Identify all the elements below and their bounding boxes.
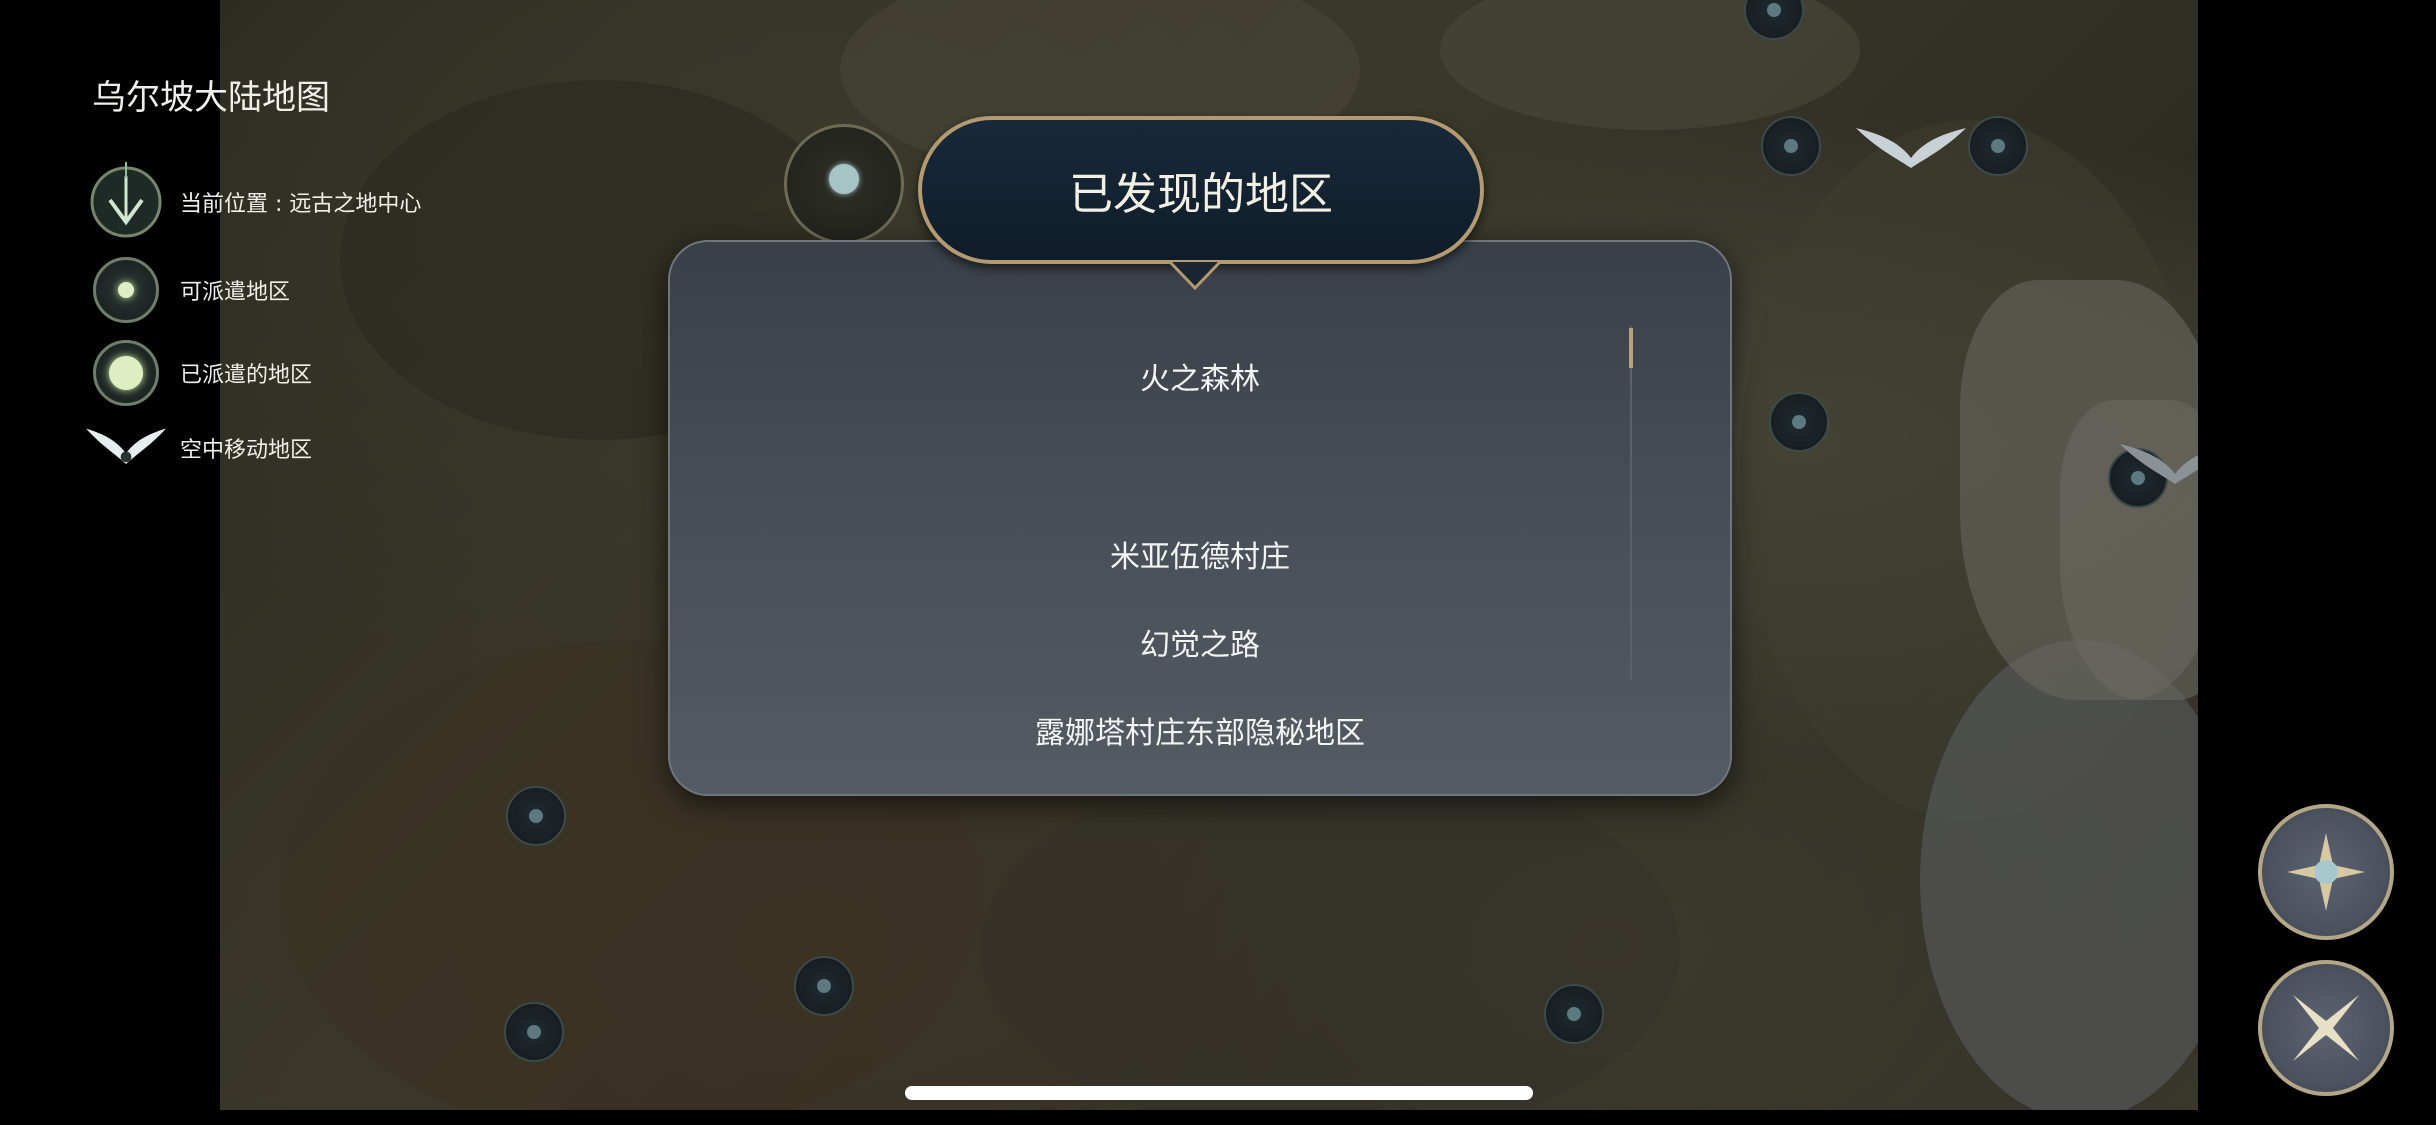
map-region-marker[interactable] bbox=[1761, 116, 1821, 176]
region-list-scrollbar-thumb[interactable] bbox=[1629, 328, 1633, 368]
close-star-icon bbox=[2293, 995, 2359, 1061]
header-ornament-icon bbox=[1170, 260, 1220, 291]
dispatchable-region-icon bbox=[93, 257, 159, 323]
legend-item-air-travel: 空中移动地区 bbox=[86, 408, 312, 488]
discovered-regions-panel: 火之森林 米亚伍德村庄 幻觉之路 露娜塔村庄东部隐秘地区 bbox=[668, 240, 1732, 796]
legend-label: 空中移动地区 bbox=[180, 438, 313, 463]
legend-item-current-location: 当前位置 : 远古之地中心 bbox=[86, 162, 421, 242]
legend-label: 已派遣的地区 bbox=[180, 363, 313, 388]
map-region-marker[interactable] bbox=[1544, 984, 1604, 1044]
wing-marker-icon[interactable] bbox=[2120, 434, 2198, 494]
region-item[interactable]: 火之森林 bbox=[670, 354, 1730, 398]
region-list-scrollbar[interactable] bbox=[1630, 326, 1632, 680]
map-region-marker[interactable] bbox=[504, 1002, 564, 1062]
dialog-title: 已发现的地区 bbox=[1069, 169, 1333, 220]
selected-region-node[interactable] bbox=[784, 124, 904, 244]
map-title: 乌尔坡大陆地图 bbox=[92, 78, 330, 118]
compass-star-icon bbox=[2287, 833, 2365, 911]
map-region-marker[interactable] bbox=[1769, 392, 1829, 452]
close-button[interactable] bbox=[2258, 960, 2394, 1096]
home-indicator[interactable] bbox=[905, 1086, 1533, 1100]
locate-button[interactable] bbox=[2258, 804, 2394, 940]
dialog-header: 已发现的地区 bbox=[918, 116, 1484, 264]
wing-icon bbox=[86, 428, 166, 464]
legend-label: 当前位置 : 远古之地中心 bbox=[180, 192, 422, 217]
legend-item-dispatched: 已派遣的地区 bbox=[86, 333, 312, 413]
current-location-arrow-icon bbox=[90, 162, 162, 238]
legend-item-dispatchable: 可派遣地区 bbox=[86, 250, 290, 330]
wing-marker-icon[interactable] bbox=[1856, 118, 1966, 178]
map-region-marker[interactable] bbox=[506, 786, 566, 846]
dispatched-region-icon bbox=[93, 340, 159, 406]
region-item[interactable]: 幻觉之路 bbox=[670, 620, 1730, 664]
region-item[interactable]: 露娜塔村庄东部隐秘地区 bbox=[670, 708, 1730, 752]
legend-label: 可派遣地区 bbox=[180, 280, 291, 305]
region-item[interactable]: 米亚伍德村庄 bbox=[670, 532, 1730, 576]
map-region-marker[interactable] bbox=[794, 956, 854, 1016]
map-region-marker[interactable] bbox=[1968, 116, 2028, 176]
